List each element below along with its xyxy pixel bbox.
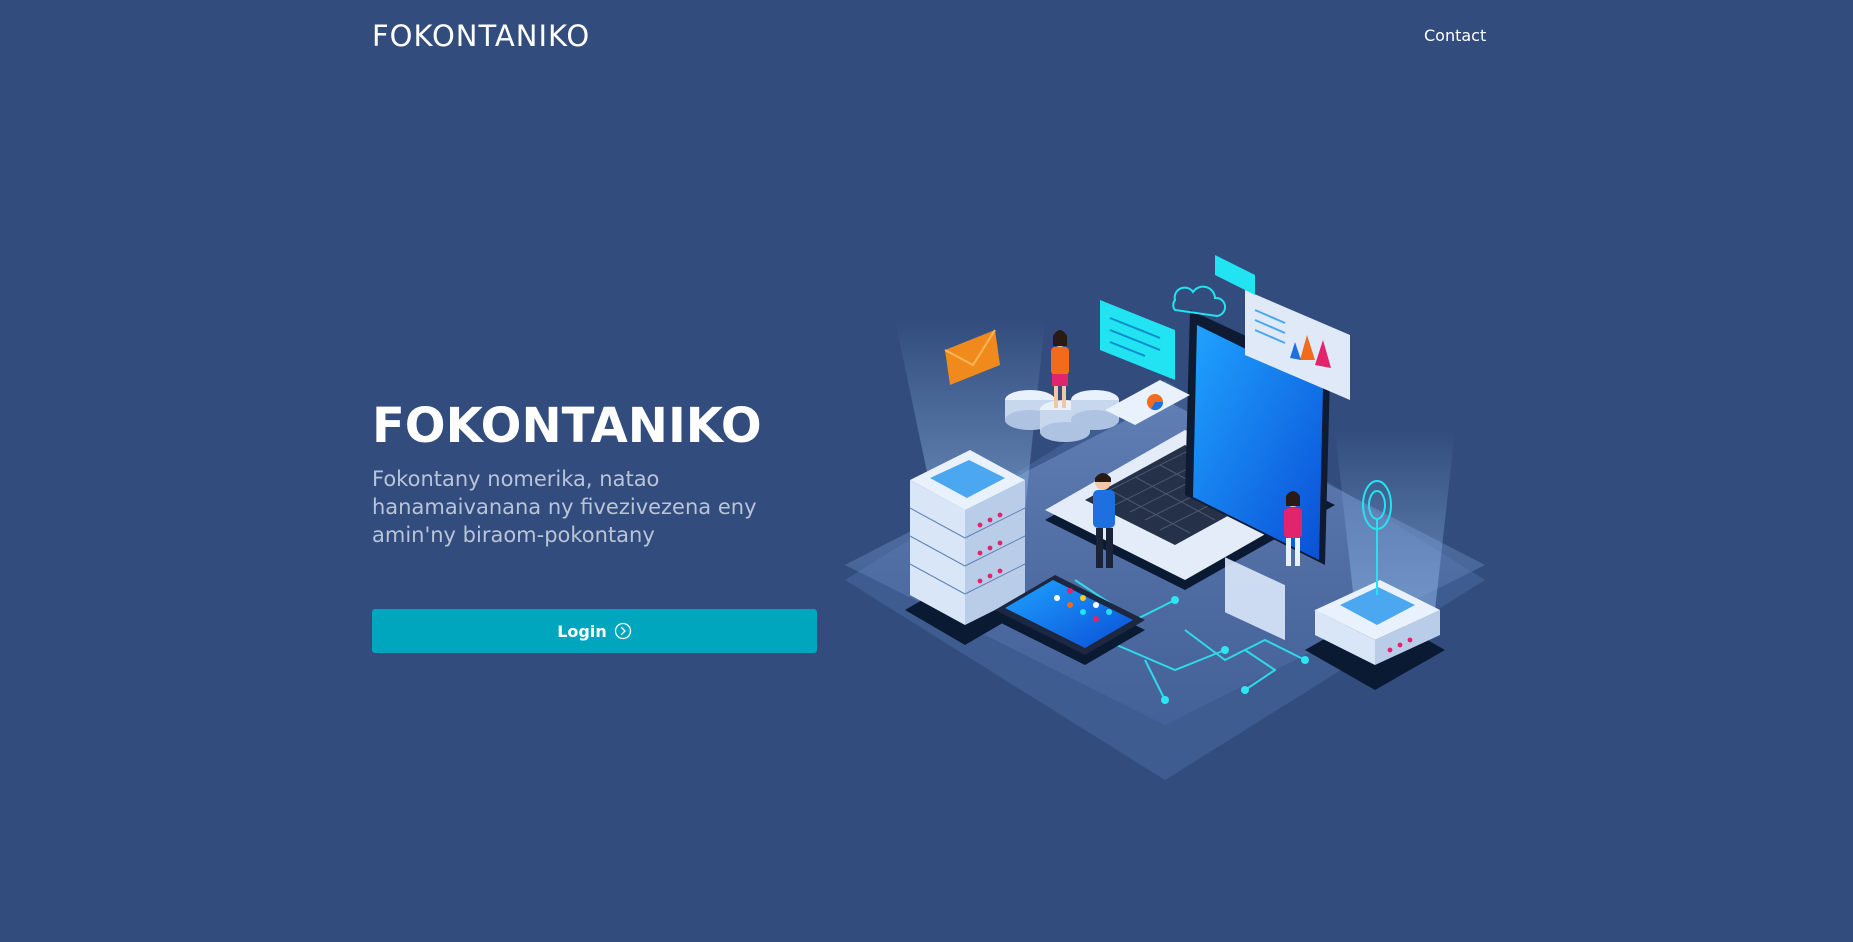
landing-page: FOKONTANIKO Contact FOKONTANIKO Fokontan…: [0, 0, 1853, 942]
login-button-label: Login: [557, 621, 607, 641]
right-light-beam: [1335, 430, 1455, 610]
technology-illustration: [845, 250, 1485, 790]
chevron-circle-right-icon: [614, 622, 632, 640]
floating-message-panel: [1100, 300, 1175, 380]
person-woman-standing: [1051, 330, 1069, 408]
login-button[interactable]: Login: [372, 609, 817, 653]
small-cyan-panel: [1215, 255, 1255, 295]
nav-contact-link[interactable]: Contact: [1424, 26, 1486, 46]
cloud-icon: [1172, 285, 1226, 318]
hero-subtitle: Fokontany nomerika, natao hanamaivanana …: [372, 467, 757, 547]
brand-logo[interactable]: FOKONTANIKO: [372, 18, 590, 54]
hero-title: FOKONTANIKO: [372, 398, 762, 454]
